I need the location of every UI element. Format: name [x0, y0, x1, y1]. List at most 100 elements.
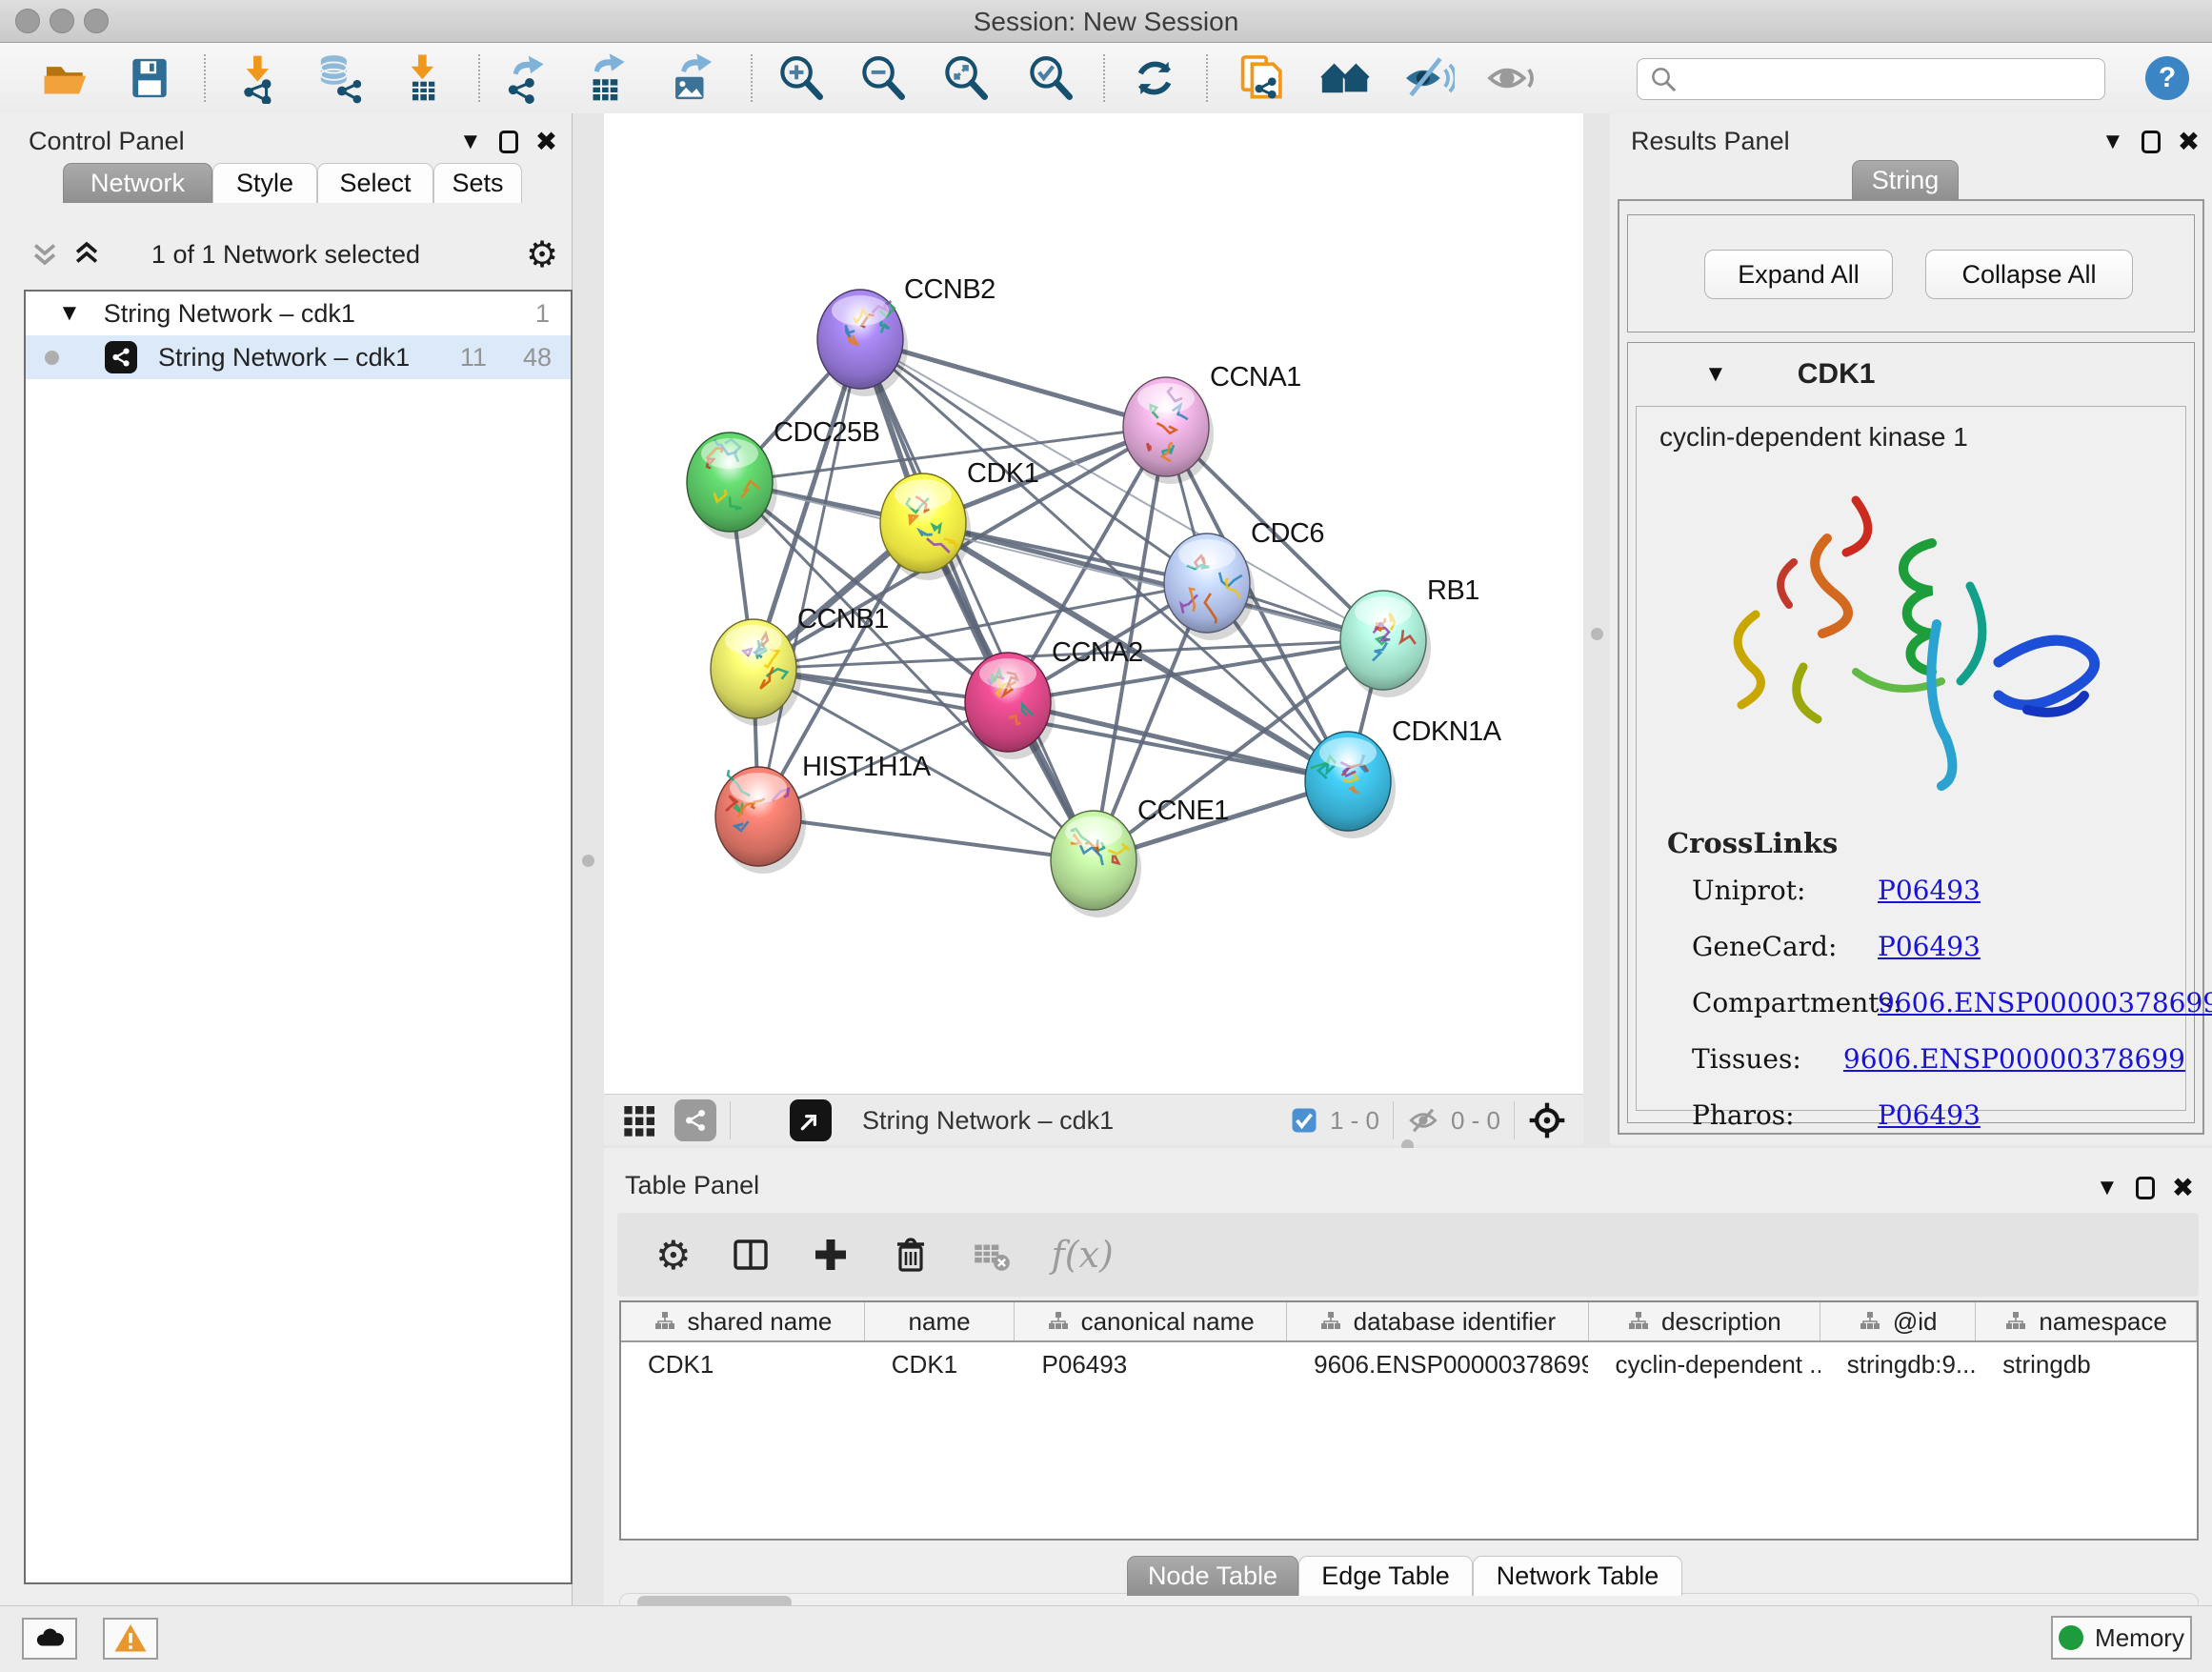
export-network-button[interactable]: [497, 50, 553, 106]
network-node-ccnb2[interactable]: [817, 290, 908, 396]
zoom-in-button[interactable]: [774, 50, 829, 106]
column-header-shared-name[interactable]: shared name: [621, 1302, 865, 1340]
panel-close-icon[interactable]: ✖: [2178, 129, 2200, 155]
column-header-name[interactable]: name: [865, 1302, 1015, 1340]
export-view-icon[interactable]: [790, 1099, 832, 1141]
network-options-gear-icon[interactable]: ⚙: [526, 233, 558, 276]
panel-float-icon[interactable]: ▼: [459, 131, 482, 153]
import-table-from-file-button[interactable]: [395, 50, 451, 106]
panel-float-icon[interactable]: ▼: [2096, 1177, 2119, 1199]
hidden-eye-icon[interactable]: [1407, 1104, 1439, 1137]
zoom-selected-button[interactable]: [1023, 50, 1078, 106]
zoom-out-button[interactable]: [855, 50, 911, 106]
results-panel: Results Panel ▼ ✖ String Expand All Coll…: [1610, 113, 2212, 1142]
share-view-icon[interactable]: [674, 1099, 716, 1141]
collection-expand-icon[interactable]: ▼: [58, 302, 81, 325]
column-header-canonical-name[interactable]: canonical name: [1015, 1302, 1287, 1340]
open-session-button[interactable]: [38, 50, 93, 106]
network-edge[interactable]: [1008, 702, 1348, 781]
tab-style[interactable]: Style: [212, 163, 317, 203]
first-neighbors-button[interactable]: [1317, 50, 1373, 106]
network-node-ccna2[interactable]: [965, 653, 1056, 759]
crosslink-value-link[interactable]: 9606.ENSP00000378699: [1878, 987, 2212, 1018]
expand-all-tree-icon[interactable]: [70, 237, 103, 274]
panel-close-icon[interactable]: ✖: [535, 129, 557, 155]
column-header-database-identifier[interactable]: database identifier: [1287, 1302, 1589, 1340]
delete-column-icon[interactable]: [890, 1234, 932, 1276]
search-text-field[interactable]: [1678, 64, 2081, 95]
tab-select[interactable]: Select: [317, 163, 433, 203]
column-header-description[interactable]: description: [1589, 1302, 1820, 1340]
save-session-button[interactable]: [122, 50, 177, 106]
crosslink-value-link[interactable]: P06493: [1878, 1099, 1981, 1131]
panel-maximize-icon[interactable]: [2136, 1177, 2155, 1199]
clone-network-button[interactable]: [1233, 50, 1288, 106]
entry-collapse-icon[interactable]: ▼: [1704, 363, 1727, 386]
database-import-icon: [312, 52, 363, 104]
export-table-icon: [580, 52, 632, 104]
crosslink-value-link[interactable]: 9606.ENSP00000378699: [1843, 1043, 2185, 1075]
memory-button[interactable]: Memory: [2051, 1616, 2192, 1660]
crosslink-value-link[interactable]: P06493: [1878, 931, 1981, 962]
network-node-hist1h1a[interactable]: [715, 767, 806, 874]
warning-status-button[interactable]: [103, 1618, 158, 1660]
network-node-cdc6[interactable]: [1164, 534, 1255, 640]
tab-node-table[interactable]: Node Table: [1127, 1556, 1298, 1596]
selected-checkbox-icon[interactable]: [1290, 1106, 1318, 1135]
network-row-selected[interactable]: String Network – cdk1 11 48: [26, 335, 571, 379]
network-node-cdc25b[interactable]: [687, 433, 777, 539]
column-header--id[interactable]: @id: [1820, 1302, 1976, 1340]
tab-network-table[interactable]: Network Table: [1473, 1556, 1682, 1596]
network-collection-row[interactable]: ▼ String Network – cdk1 1: [26, 292, 571, 335]
delete-table-icon[interactable]: [970, 1233, 1014, 1277]
crosslink-value-link[interactable]: P06493: [1878, 875, 1981, 906]
tab-edge-table[interactable]: Edge Table: [1298, 1556, 1473, 1596]
collapse-all-button[interactable]: Collapse All: [1925, 250, 2133, 299]
entry-description: cyclin-dependent kinase 1: [1659, 422, 2185, 453]
show-columns-icon[interactable]: [730, 1234, 772, 1276]
export-image-button[interactable]: [663, 50, 718, 106]
tab-string[interactable]: String: [1852, 160, 1959, 200]
vertical-splitter-left[interactable]: [573, 113, 604, 1605]
import-network-from-database-button[interactable]: [310, 50, 365, 106]
network-node-rb1[interactable]: [1340, 591, 1431, 697]
tab-sets[interactable]: Sets: [433, 163, 522, 203]
fit-content-crosshair-icon[interactable]: [1528, 1101, 1566, 1139]
network-edge[interactable]: [758, 339, 860, 816]
network-node-ccne1[interactable]: [1051, 811, 1141, 917]
zoom-fit-button[interactable]: [938, 50, 994, 106]
import-network-from-file-button[interactable]: [231, 50, 286, 106]
node-entry-header[interactable]: ▼ CDK1: [1628, 343, 2194, 406]
add-column-icon[interactable]: [810, 1234, 852, 1276]
birdseye-grid-icon[interactable]: [621, 1101, 659, 1139]
column-header-label: database identifier: [1354, 1307, 1556, 1337]
save-icon: [125, 53, 174, 103]
panel-float-icon[interactable]: ▼: [2101, 131, 2124, 153]
vertical-splitter-right[interactable]: [1583, 113, 1610, 1145]
table-panel-title: Table Panel: [625, 1171, 759, 1200]
table-row[interactable]: CDK1CDK1P064939606.ENSP00000378699cyclin…: [621, 1342, 2197, 1386]
node-label-ccnb2: CCNB2: [904, 274, 995, 306]
function-builder-icon[interactable]: f(x): [1052, 1234, 1114, 1276]
panel-maximize-icon[interactable]: [499, 131, 518, 153]
hide-selected-button[interactable]: [1400, 50, 1456, 106]
expand-all-button[interactable]: Expand All: [1704, 250, 1893, 299]
apply-layout-button[interactable]: [1127, 50, 1182, 106]
panel-close-icon[interactable]: ✖: [2172, 1175, 2194, 1201]
help-button[interactable]: ?: [2145, 56, 2189, 100]
network-node-ccna1[interactable]: [1123, 377, 1214, 484]
tab-network[interactable]: Network: [63, 163, 212, 203]
show-hidden-button[interactable]: [1484, 50, 1539, 106]
column-header-namespace[interactable]: namespace: [1976, 1302, 2197, 1340]
table-settings-gear-icon[interactable]: ⚙: [655, 1232, 692, 1279]
export-table-button[interactable]: [578, 50, 633, 106]
network-node-cdkn1a[interactable]: [1305, 732, 1396, 838]
table-cell: CDK1: [621, 1350, 865, 1380]
panel-maximize-icon[interactable]: [2142, 131, 2161, 153]
network-canvas[interactable]: CCNB2CCNA1CDC25BCDK1CDC6RB1CCNB1CCNA2CDK…: [604, 113, 1583, 1094]
collapse-all-tree-icon[interactable]: [29, 237, 61, 274]
network-edge[interactable]: [758, 816, 1094, 860]
search-input[interactable]: [1637, 58, 2105, 100]
network-node-cdk1[interactable]: [880, 473, 971, 580]
cloud-status-button[interactable]: [22, 1618, 77, 1660]
